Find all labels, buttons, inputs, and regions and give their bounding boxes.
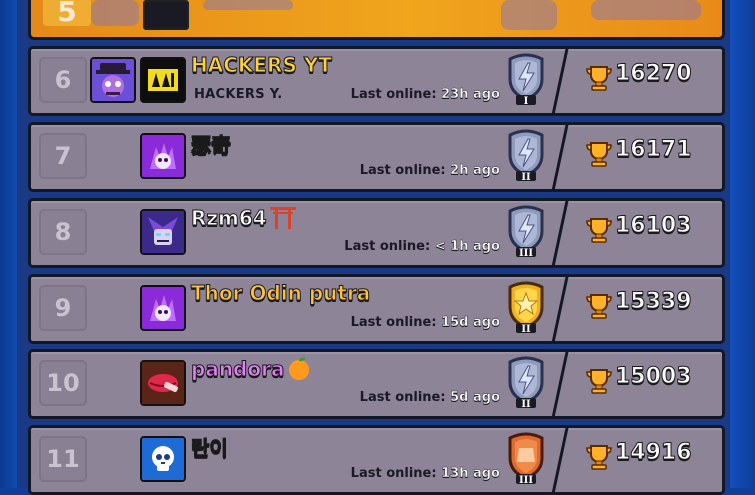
trophy-value: 14916	[615, 440, 693, 466]
last-online: Last online: 15d ago	[350, 315, 501, 330]
lips-icon[interactable]	[140, 360, 186, 406]
svg-text:III: III	[519, 248, 533, 259]
last-online-value: 15d ago	[441, 315, 500, 330]
rank-badge-icon[interactable]: III	[506, 432, 546, 486]
trophy-count: 15339	[571, 277, 722, 335]
last-online-value: 13h ago	[441, 466, 500, 481]
svg-text:II: II	[521, 172, 531, 183]
purple-skull-icon[interactable]	[140, 285, 186, 331]
last-online: Last online: 5d ago	[359, 390, 501, 405]
divider	[551, 198, 570, 265]
club-name[interactable]: HACKERS Y.	[194, 87, 283, 102]
trophy-icon	[585, 141, 613, 167]
trophy-count: 16103	[571, 201, 722, 259]
rank-badge-icon[interactable]: III	[506, 205, 546, 259]
leaderboard-row[interactable]: 9 Thor Odin putra Last online: 15d ago II 15…	[28, 274, 725, 344]
white-skull-icon[interactable]	[140, 436, 186, 482]
last-online-label: Last online:	[359, 390, 446, 405]
brawler-portrait-icon[interactable]	[90, 57, 136, 103]
trophy-icon	[585, 65, 613, 91]
player-name[interactable]: Rzm64	[191, 205, 297, 234]
trophy-value: 16171	[615, 137, 693, 163]
svg-text:III: III	[519, 475, 533, 486]
trophy-icon	[585, 217, 613, 243]
trophy-count: 14916	[571, 428, 722, 486]
divider	[551, 46, 570, 113]
player-name[interactable]: 瑟奇	[191, 129, 232, 158]
last-online-value: 2h ago	[450, 163, 500, 178]
leaderboard-row[interactable]: 8 Rzm64 Last online: < 1h ago III 16103	[28, 198, 725, 268]
last-online: Last online: 13h ago	[350, 466, 501, 481]
last-online-value: 23h ago	[441, 87, 500, 102]
leaderboard-row[interactable]: 7 瑟奇 Last online: 2h ago II 16171	[28, 122, 725, 192]
blurred-trophies	[591, 0, 701, 20]
purple-skull-icon[interactable]	[140, 133, 186, 179]
svg-text:I: I	[524, 96, 529, 107]
last-online-value: 5d ago	[450, 390, 500, 405]
divider	[551, 349, 570, 416]
last-online-label: Last online:	[350, 466, 437, 481]
player-name[interactable]: HACKERS YT	[191, 53, 333, 78]
trophy-count: 15003	[571, 352, 722, 410]
rank-number: 10	[46, 369, 80, 397]
leaderboard-row-partial[interactable]: 5	[28, 0, 725, 40]
trophy-value: 15003	[615, 364, 693, 390]
svg-text:II: II	[521, 324, 531, 335]
player-name[interactable]: pandora	[190, 356, 312, 385]
player-name[interactable]: 란이	[191, 432, 229, 461]
trophy-icon	[585, 444, 613, 470]
last-online-label: Last online:	[344, 239, 431, 254]
trophy-count: 16171	[571, 125, 722, 183]
last-online: Last online: 2h ago	[360, 163, 500, 178]
rank-badge-icon[interactable]: II	[506, 129, 546, 183]
rank-number: 5	[43, 0, 91, 28]
rank-number: 6	[54, 66, 72, 94]
leaderboard-row[interactable]: 10 pandora Last online: 5d ago II 15003	[28, 349, 725, 419]
trophy-value: 16103	[615, 213, 693, 239]
trophy-count: 16270	[571, 49, 722, 107]
blurred-name	[91, 0, 139, 26]
last-online-value: < 1h ago	[434, 239, 501, 254]
mortis-portrait-icon[interactable]	[140, 209, 186, 255]
blurred-name	[203, 0, 293, 10]
rank-badge-icon[interactable]: II	[506, 356, 546, 410]
last-online: Last online: 23h ago	[350, 87, 501, 102]
rank-number: 9	[54, 294, 72, 322]
trophy-icon	[585, 293, 613, 319]
rank-number: 11	[46, 445, 80, 473]
rank-number: 8	[54, 218, 72, 246]
trophy-value: 15339	[615, 289, 693, 315]
torii-gate-icon	[269, 205, 297, 234]
orange-fruit-icon	[286, 356, 312, 385]
divider	[551, 122, 570, 189]
trophy-icon	[585, 368, 613, 394]
leaderboard-row[interactable]: 6 HACKERS YT HACKERS Y. Last online: 23h ag…	[28, 46, 725, 116]
navi-club-icon[interactable]	[140, 57, 186, 103]
rank-badge-icon[interactable]: I	[506, 53, 546, 107]
trophy-value: 16270	[615, 61, 693, 87]
profile-icon	[143, 0, 189, 30]
last-online-label: Last online:	[350, 315, 437, 330]
rank-number: 7	[54, 142, 72, 170]
leaderboard-row[interactable]: 11 란이 Last online: 13h ago III 14916	[28, 425, 725, 495]
rank-badge-icon[interactable]: II	[506, 281, 546, 335]
divider	[551, 425, 570, 492]
svg-text:II: II	[521, 399, 531, 410]
last-online-label: Last online:	[350, 87, 437, 102]
last-online-label: Last online:	[359, 163, 446, 178]
player-name[interactable]: Thor Odin putra	[190, 281, 370, 306]
blurred-trophies	[501, 0, 557, 30]
last-online: Last online: < 1h ago	[344, 239, 500, 254]
divider	[551, 274, 570, 341]
